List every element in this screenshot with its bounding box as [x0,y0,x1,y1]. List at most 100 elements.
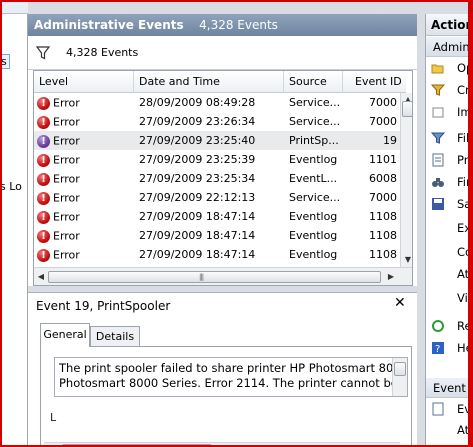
event-details-pane: Event 19, PrintSpooler ✕ General Details… [28,292,417,447]
table-row[interactable]: ! Error 27/09/2009 23:25:40 PrintSp... 19 [34,131,400,150]
table-row[interactable]: ! Error 27/09/2009 18:47:14 Eventlog 1108 [34,207,400,226]
scroll-down-arrow-icon[interactable]: ▼ [401,253,412,267]
cell-date: 27/09/2009 18:47:14 [139,210,256,223]
cell-date: 27/09/2009 23:25:40 [139,134,256,147]
scroll-left-arrow-icon[interactable]: ◀ [44,443,58,447]
action-item[interactable]: Re [426,316,473,336]
filter-icon [431,132,445,144]
action-item[interactable]: Exp [426,218,473,238]
cell-date: 28/09/2009 08:49:28 [139,96,256,109]
refresh-icon [432,320,444,332]
cell-level: ! Error [37,207,133,226]
action-item[interactable]: Att [426,264,473,284]
scrollbar-thumb[interactable] [402,101,412,117]
cell-date: 27/09/2009 18:47:14 [139,229,256,242]
scroll-left-arrow-icon[interactable]: ◀ [34,270,48,284]
column-header-level[interactable]: Level [34,71,134,93]
level-text: Error [53,172,80,186]
action-item[interactable]: Eve [426,399,473,419]
console-tree-pane[interactable]: s s Lo [0,14,28,447]
tree-item-selected[interactable]: s [0,54,10,69]
action-item[interactable]: Att [426,420,473,440]
tab-general[interactable]: General [40,323,90,347]
action-label: Cre [457,83,473,97]
column-header-source[interactable]: Source [284,71,343,93]
action-item[interactable]: Co [426,242,473,262]
close-icon[interactable]: ✕ [394,295,406,311]
action-item[interactable]: Sav [426,194,473,214]
filter-bar: 4,328 Events [28,36,417,70]
table-row[interactable]: ! Error 27/09/2009 23:25:34 EventL... 6008 [34,169,400,188]
level-text: Error [53,229,80,243]
actions-section-event[interactable]: Event 1 [426,378,473,398]
table-row[interactable]: ! Error 27/09/2009 23:26:34 Service... 7000 [34,112,400,131]
tree-item-label[interactable]: s Lo [0,180,22,193]
action-item[interactable]: Pro [426,150,473,170]
actions-header: Actions [426,14,473,36]
scroll-right-arrow-icon[interactable]: ▶ [384,270,398,284]
column-header-date[interactable]: Date and Time [134,71,284,93]
action-item[interactable]: Im [426,102,473,122]
action-item[interactable]: Fin [426,172,473,192]
event-count-header: 4,328 Events [199,18,278,32]
actions-pane: Actions Admini Event 1 Op Cre Im Filt Pro Fin… [425,14,473,447]
error-icon: ! [37,96,50,110]
level-text: Error [53,210,80,224]
cell-source: Eventlog [289,153,338,166]
action-item[interactable]: ? He [426,338,473,358]
level-text: Error [53,115,80,129]
table-row[interactable]: ! Error 27/09/2009 22:12:13 Service... 7000 [34,188,400,207]
level-text: Error [53,191,80,205]
scroll-right-arrow-icon[interactable]: ▶ [386,443,400,447]
action-item[interactable]: Op [426,58,473,78]
message-vertical-scrollbar[interactable] [392,358,407,396]
cell-source: Eventlog [289,248,338,261]
table-row[interactable]: ! Error 27/09/2009 18:47:14 Eventlog 1108 [34,226,400,245]
cell-level: ! Error [37,169,133,188]
action-item[interactable]: Vie [426,288,473,308]
action-label: He [457,341,473,355]
table-vertical-scrollbar[interactable]: ▲ ▼ [400,93,412,267]
filter-icon [36,46,50,60]
view-icon [431,291,445,305]
cell-source: PrintSp... [289,134,339,147]
cell-level: ! Error [37,150,133,169]
action-item[interactable]: Cre [426,80,473,100]
error-icon: ! [37,210,50,224]
column-header-event-id[interactable]: Event ID [343,71,405,93]
center-pane-header: Administrative Events 4,328 Events [28,14,417,36]
action-label: Att [457,267,473,281]
actions-section-administrative[interactable]: Admini [426,37,473,57]
action-item[interactable]: Filt [426,128,473,148]
event-message-box[interactable]: The print spooler failed to share printe… [54,357,408,397]
cell-date: 27/09/2009 23:26:34 [139,115,256,128]
properties-icon [432,153,444,167]
cell-level: ! Error [37,93,133,112]
table-body: ! Error 28/09/2009 08:49:28 Service... 7000!… [34,93,400,267]
table-row[interactable]: ! Error 27/09/2009 23:25:39 Eventlog 1101 [34,150,400,169]
cell-source: EventL... [289,172,338,185]
error-icon: ! [37,191,50,205]
scrollbar-thumb[interactable] [394,362,406,376]
grip-icon: ||| [199,273,204,281]
cell-event-id: 7000 [369,96,397,109]
cell-event-id: 6008 [369,172,397,185]
table-horizontal-scrollbar[interactable]: ◀ ||| ▶ [34,267,412,285]
cell-source: Service... [289,96,341,109]
table-row[interactable]: ! Error 28/09/2009 08:49:28 Service... 7000 [34,93,400,112]
view-title: Administrative Events [34,18,184,32]
import-icon [432,107,444,118]
cell-date: 27/09/2009 23:25:34 [139,172,256,185]
tab-details[interactable]: Details [90,326,140,347]
action-label: Pro [457,153,473,167]
action-label: Op [457,61,473,75]
save-icon [432,198,444,210]
cell-source: Service... [289,115,341,128]
details-horizontal-scrollbar[interactable]: ◀ ||| ▶ [44,442,400,447]
error-icon: ! [37,153,50,167]
action-label: Im [457,105,472,119]
table-row[interactable]: ! Error 27/09/2009 18:47:14 Eventlog 1108 [34,245,400,264]
level-text: Error [53,96,80,110]
scrollbar-thumb[interactable]: ||| [48,271,381,283]
cell-date: 27/09/2009 22:12:13 [139,191,256,204]
